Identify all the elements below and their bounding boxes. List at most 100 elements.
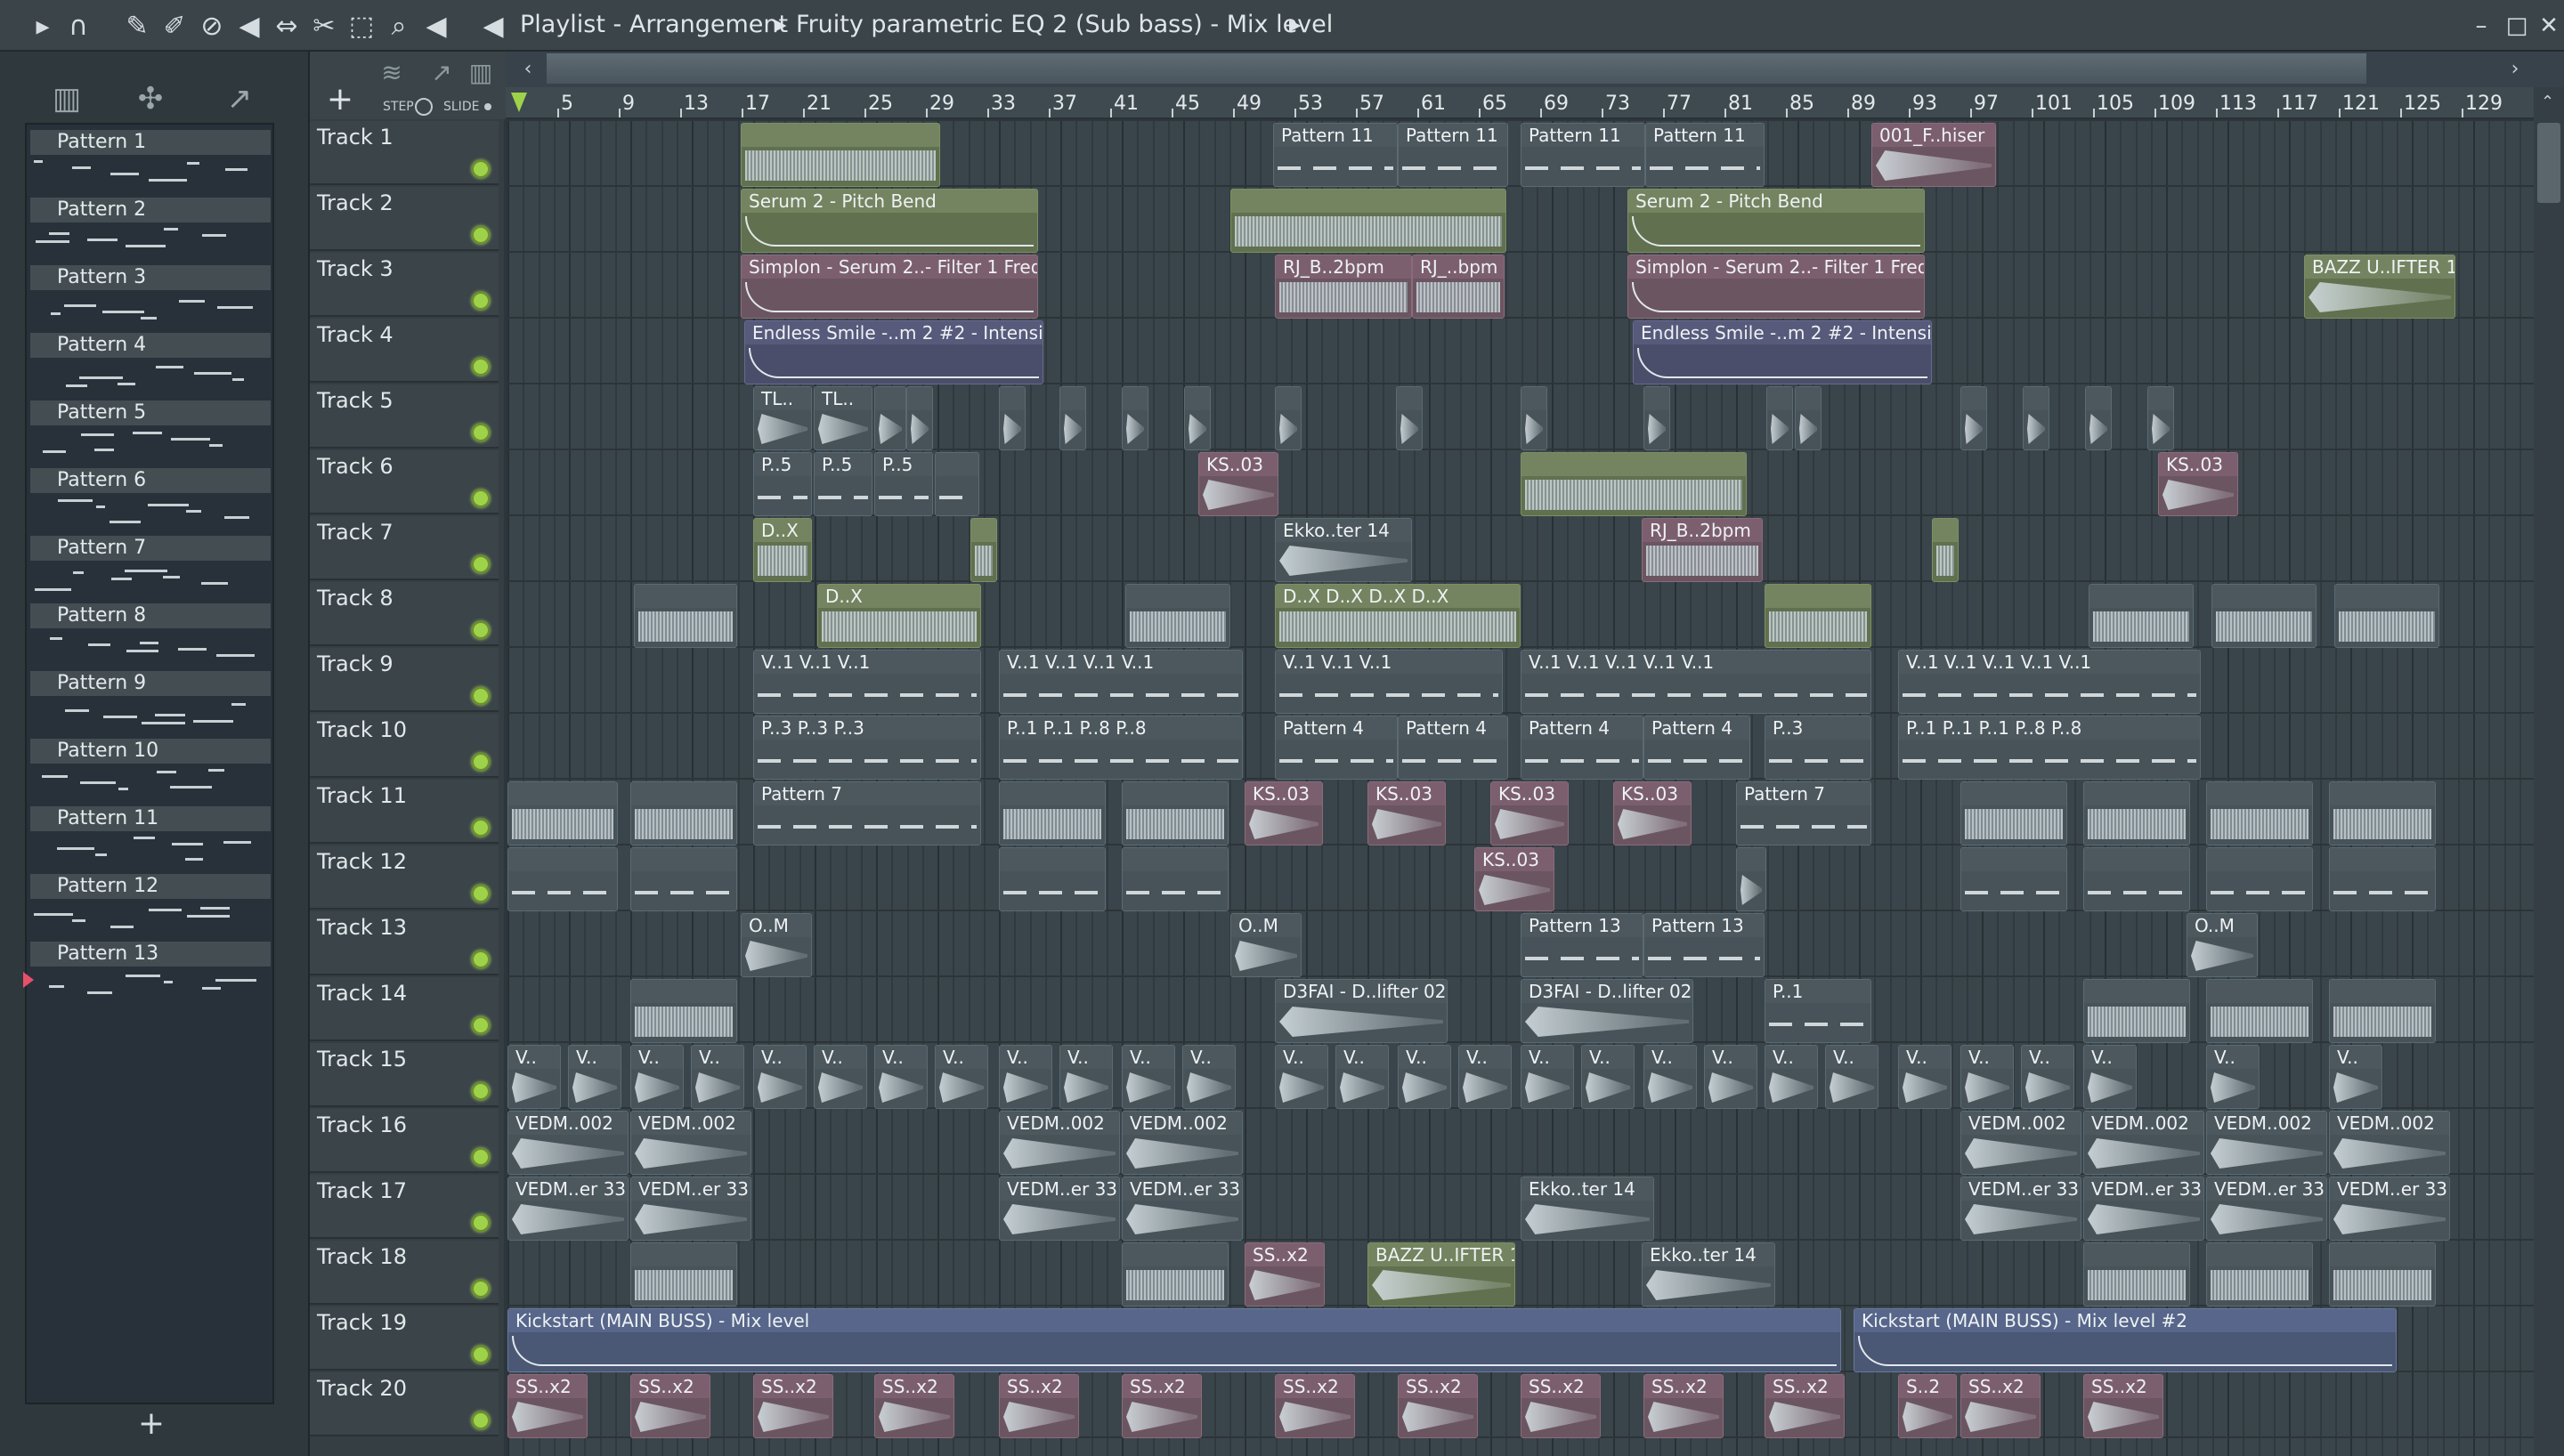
select-icon[interactable]: ⬚ [344,9,379,44]
playlist-clip[interactable]: V.. [1643,1045,1697,1109]
playlist-clip[interactable]: Serum 2 - Pitch Bend [741,189,1038,253]
playlist-clip[interactable] [2083,847,2190,911]
playlist-clip[interactable]: V.. [1765,1045,1818,1109]
step-toggle[interactable] [415,98,433,116]
playlist-clip[interactable] [2329,979,2436,1043]
playlist-clip[interactable] [2206,781,2313,845]
track-mute-led[interactable] [472,753,490,771]
playlist-clip[interactable]: V.. [1960,1045,2014,1109]
track-mute-led[interactable] [472,621,490,639]
playlist-clip[interactable] [999,386,1026,450]
pattern-item[interactable]: Pattern 4 [30,331,271,399]
track-mute-led[interactable] [472,687,490,705]
playlist-clip[interactable] [2083,1242,2190,1306]
playlist-clip[interactable]: Pattern 7 [753,781,981,845]
playlist-clip[interactable]: D3FAI - D..lifter 02 [1275,979,1448,1043]
playlist-clip[interactable]: P..3 P..3 P..3 [753,716,981,780]
playlist-clip[interactable]: V.. [814,1045,867,1109]
close-icon[interactable]: ✕ [2534,11,2564,41]
paint-icon[interactable]: ✐ [157,9,192,44]
playlist-clip[interactable]: Pattern 13 [1521,913,1643,977]
track-mute-led[interactable] [472,555,490,573]
playlist-clip[interactable]: VEDM..002 [1960,1111,2081,1175]
playlist-clip[interactable]: Simplon - Serum 2..- Filter 1 Freq [741,255,1038,319]
overview-scrollbar[interactable]: ‹ › [506,52,2564,87]
playlist-clip[interactable]: TL.. [814,386,872,450]
playlist-clip[interactable]: Pattern 4 [1521,716,1643,780]
track-header[interactable]: Track 20 [310,1372,499,1436]
playlist-clip[interactable]: V.. [2083,1045,2137,1109]
track-mute-led[interactable] [472,950,490,968]
playlist-clip[interactable] [1960,847,2067,911]
automation-curve-icon[interactable]: ↗ [424,55,459,91]
playlist-clip[interactable]: Pattern 11 [1645,123,1765,187]
playlist-clip[interactable]: Kickstart (MAIN BUSS) - Mix level #2 [1854,1308,2397,1372]
pattern-item[interactable]: Pattern 12 [30,872,271,940]
track-mute-led[interactable] [472,885,490,902]
playlist-clip[interactable]: O..M [2187,913,2258,977]
playlist-clip[interactable]: VEDM..er 33 [2083,1177,2204,1241]
playlist-clip[interactable]: P..1 [1765,979,1871,1043]
playlist-clip[interactable]: VEDM..002 [999,1111,1120,1175]
vertical-scroll-thumb[interactable] [2537,123,2560,203]
playlist-clip[interactable] [2089,584,2194,648]
playlist-clip[interactable] [507,847,618,911]
playlist-clip[interactable]: VEDM..er 33 [2206,1177,2327,1241]
playlist-clip[interactable]: Pattern 11 [1398,123,1508,187]
playlist-clip[interactable]: SS..x2 [753,1374,833,1438]
playlist-clip[interactable]: SS..x2 [999,1374,1079,1438]
playlist-grid[interactable]: Pattern 11 Pattern 11 Pattern 11 Pattern 11… [507,121,2534,1456]
playlist-clip[interactable]: Kickstart (MAIN BUSS) - Mix level [507,1308,1841,1372]
step-label[interactable]: STEP [383,100,414,114]
playlist-clip[interactable] [935,452,979,516]
playlist-clip[interactable]: SS..x2 [1245,1242,1325,1306]
playlist-clip[interactable]: V.. [1275,1045,1328,1109]
playlist-clip[interactable] [2329,781,2436,845]
playlist-clip[interactable] [634,584,737,648]
pattern-item[interactable]: Pattern 2 [30,196,271,263]
playlist-clip[interactable] [906,386,933,450]
add-pattern-button[interactable]: + [134,1406,169,1442]
playlist-clip[interactable]: Endless Smile -..m 2 #2 - Intensit [744,320,1043,384]
vertical-scrollbar[interactable]: ⌃ [2534,87,2564,1456]
playlist-clip[interactable]: V.. [691,1045,744,1109]
playlist-clip[interactable]: SS..x2 [874,1374,954,1438]
playlist-clip[interactable]: D..X [817,584,981,648]
playlist-clip[interactable]: VEDM..er 33 [1960,1177,2081,1241]
playlist-clip[interactable] [2206,979,2313,1043]
playlist-clip[interactable]: V.. [1335,1045,1389,1109]
zoom-icon[interactable]: ⌕ [381,9,417,44]
playlist-clip[interactable]: TL.. [753,386,812,450]
playlist-clip[interactable] [2211,584,2317,648]
playlist-clip[interactable]: VEDM..002 [1122,1111,1243,1175]
track-header[interactable]: Track 15 [310,1043,499,1107]
playlist-clip[interactable] [507,781,618,845]
playlist-clip[interactable] [1766,386,1793,450]
playlist-clip[interactable]: V..1 V..1 V..1 V..1 [999,650,1243,714]
playlist-clip[interactable]: Pattern 4 [1275,716,1398,780]
track-header[interactable]: Track 4 [310,319,499,383]
playlist-clip[interactable]: D..X [753,518,812,582]
playlist-clip[interactable] [1736,847,1766,911]
playlist-clip[interactable]: 001_F..hiser [1871,123,1996,187]
playlist-clip[interactable] [630,847,737,911]
track-header[interactable]: Track 6 [310,450,499,514]
playlist-clip[interactable]: BAZZ U..IFTER 1 [2304,255,2455,319]
playlist-clip[interactable]: V..1 V..1 V..1 V..1 V..1 [1898,650,2201,714]
playhead-marker[interactable] [511,93,527,112]
playlist-clip[interactable]: SS..x2 [630,1374,710,1438]
playlist-clip[interactable] [874,386,906,450]
track-mute-led[interactable] [472,226,490,244]
playlist-clip[interactable]: RJ_B..2bpm [1275,255,1412,319]
speaker-small-icon[interactable]: ◀ [475,9,511,44]
track-header[interactable]: Track 7 [310,516,499,580]
track-mute-led[interactable] [472,489,490,507]
playlist-clip[interactable]: KS..03 [1367,781,1446,845]
playlist-clip[interactable]: S..2 [1898,1374,1957,1438]
playlist-clip[interactable] [1765,584,1871,648]
track-mute-led[interactable] [472,424,490,441]
playlist-clip[interactable]: D3FAI - D..lifter 02 [1521,979,1693,1043]
playlist-clip[interactable]: BAZZ U..IFTER 1 [1367,1242,1515,1306]
track-header[interactable]: Track 14 [310,977,499,1041]
timeline-ruler[interactable]: 5 9 13 17 21 25 29 33 37 41 45 49 53 57 61 65 69 73 77 81 85… [506,87,2536,119]
